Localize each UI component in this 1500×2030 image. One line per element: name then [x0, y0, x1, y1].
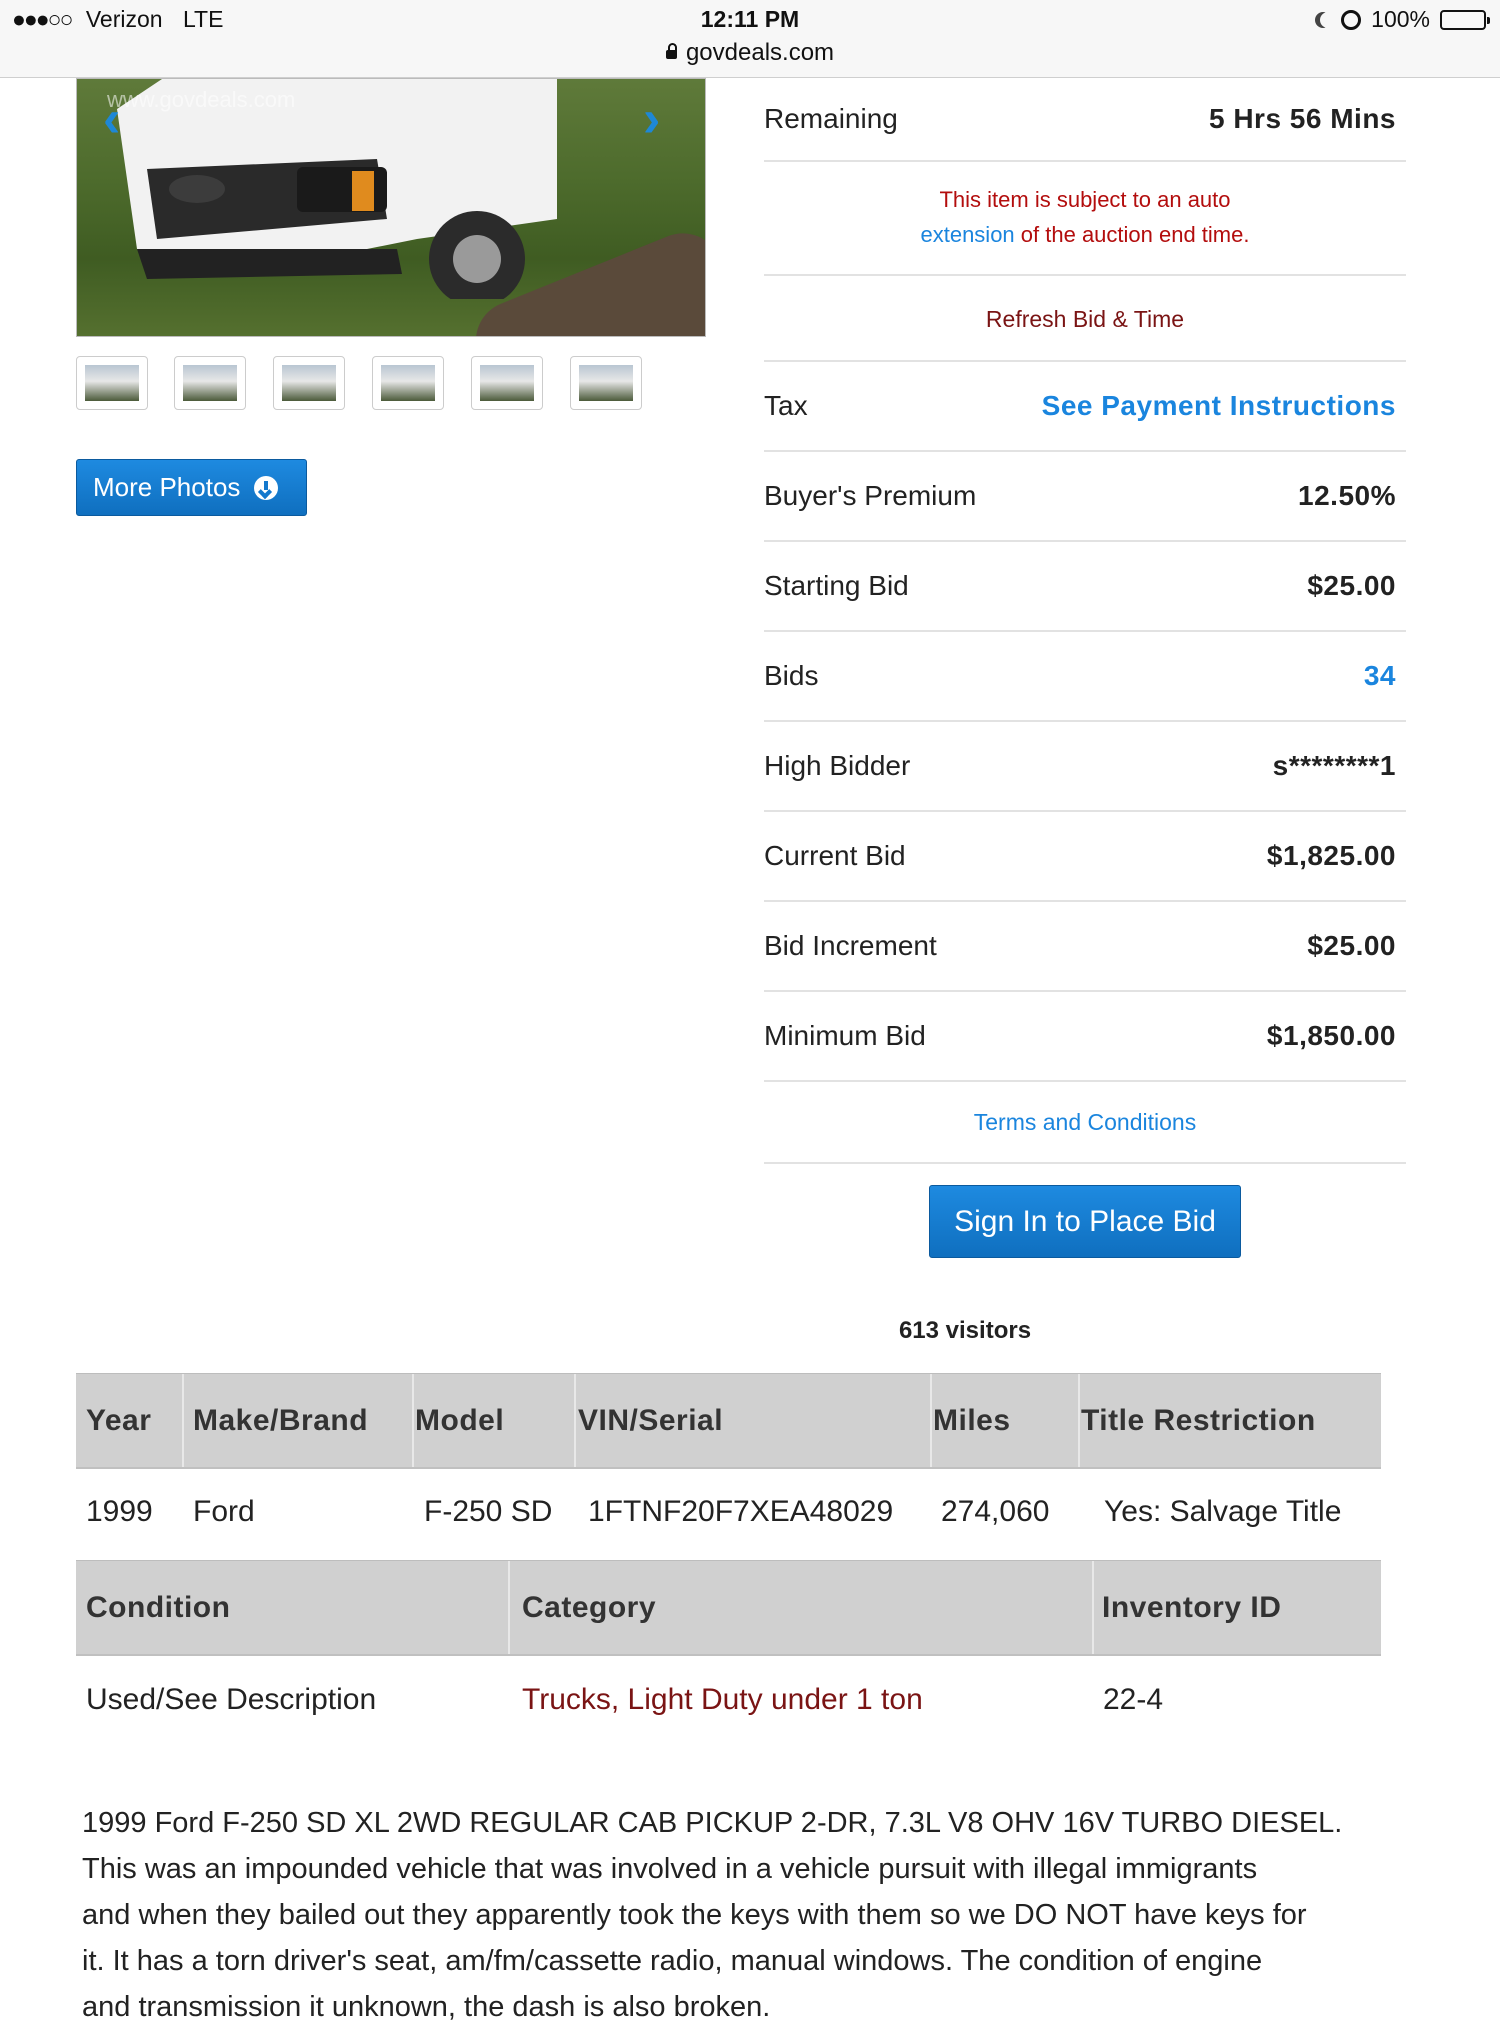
detail-value: $1,850.00 — [1266, 1020, 1396, 1051]
extension-link[interactable]: extension — [920, 222, 1014, 247]
column-header: Year — [86, 1403, 152, 1437]
more-photos-button[interactable]: More Photos — [76, 459, 307, 516]
more-photos-label: More Photos — [93, 472, 241, 502]
miles-value: 274,060 — [941, 1495, 1050, 1528]
detail-label: Bid Increment — [764, 930, 937, 961]
remaining-label: Remaining — [764, 103, 898, 134]
title-restriction-value: Yes: Salvage Title — [1104, 1495, 1342, 1528]
payment-instructions-link[interactable]: See Payment Instructions — [1042, 390, 1406, 422]
description-line: This was an impounded vehicle that was i… — [82, 1853, 1258, 1885]
item-description: 1999 Ford F-250 SD XL 2WD REGULAR CAB PI… — [82, 1800, 1402, 2030]
alarm-icon — [1341, 9, 1362, 30]
next-photo-icon[interactable]: › — [643, 89, 660, 149]
detail-row-buyers-premium: Buyer's Premium 12.50% — [764, 452, 1406, 542]
thumbnail[interactable] — [471, 356, 543, 410]
detail-row-starting-bid: Starting Bid $25.00 — [764, 542, 1406, 632]
vin-value: 1FTNF20F7XEA48029 — [588, 1495, 894, 1528]
spec-header-row-2: Condition Category Inventory ID — [76, 1560, 1381, 1656]
sign-in-to-bid-button[interactable]: Sign In to Place Bid — [929, 1185, 1241, 1258]
description-line: and when they bailed out they apparently… — [82, 1899, 1307, 1931]
item-photo[interactable]: www.govdeals.com ‹ › — [76, 78, 706, 337]
description-line: it. It has a torn driver's seat, am/fm/c… — [82, 1945, 1263, 1977]
year-value: 1999 — [86, 1495, 153, 1528]
detail-label: Bids — [764, 660, 819, 691]
notice-line-1: This item is subject to an auto — [939, 187, 1231, 212]
condition-value: Used/See Description — [86, 1683, 377, 1716]
url-text: govdeals.com — [685, 39, 835, 66]
detail-value: $25.00 — [1307, 570, 1396, 601]
detail-label: Current Bid — [764, 840, 906, 871]
description-line: 1999 Ford F-250 SD XL 2WD REGULAR CAB PI… — [82, 1807, 1343, 1839]
column-header: Model — [415, 1403, 505, 1437]
clock: 12:11 PM — [700, 6, 800, 32]
column-header: Condition — [86, 1590, 231, 1624]
spec-header-row: Year Make/Brand Model VIN/Serial Miles T… — [76, 1373, 1381, 1469]
thumbnail[interactable] — [76, 356, 148, 410]
detail-row-minimum-bid: Minimum Bid $1,850.00 — [764, 992, 1406, 1082]
watermark-text: www.govdeals.com — [107, 87, 296, 112]
detail-label: Buyer's Premium — [764, 480, 977, 511]
refresh-bid-link[interactable]: Refresh Bid & Time — [986, 306, 1184, 333]
detail-value: s********1 — [1272, 750, 1396, 781]
column-header: VIN/Serial — [578, 1403, 724, 1437]
remaining-row: Remaining 5 Hrs 56 Mins — [764, 78, 1406, 162]
lock-icon — [665, 43, 677, 59]
status-icons: 100% — [1315, 6, 1490, 33]
detail-value: $25.00 — [1307, 930, 1396, 961]
detail-label: Starting Bid — [764, 570, 909, 601]
thumbnail[interactable] — [372, 356, 444, 410]
model-value: F-250 SD — [424, 1495, 553, 1528]
terms-and-conditions-link[interactable]: Terms and Conditions — [974, 1109, 1196, 1136]
detail-value: 12.50% — [1298, 480, 1396, 511]
arrow-down-circle-icon — [254, 475, 279, 500]
notice-line-2: of the auction end time. — [1014, 222, 1250, 247]
thumbnail[interactable] — [174, 356, 246, 410]
address-bar[interactable]: govdeals.com — [0, 39, 1500, 67]
visitor-count: 613 visitors — [898, 1317, 1032, 1344]
bid-count-link[interactable]: 34 — [1364, 660, 1406, 692]
make-value: Ford — [193, 1495, 255, 1528]
prev-photo-icon[interactable]: ‹ — [103, 89, 120, 149]
battery-percent: 100% — [1371, 6, 1430, 32]
refresh-row: Refresh Bid & Time — [764, 278, 1406, 362]
detail-row-high-bidder: High Bidder s********1 — [764, 722, 1406, 812]
column-header: Title Restriction — [1081, 1403, 1316, 1437]
thumbnail[interactable] — [570, 356, 642, 410]
remaining-value: 5 Hrs 56 Mins — [1208, 103, 1396, 134]
detail-label: Tax — [764, 390, 808, 421]
detail-label: High Bidder — [764, 750, 911, 781]
terms-row: Terms and Conditions — [764, 1082, 1406, 1164]
inventory-id-value: 22-4 — [1103, 1683, 1164, 1716]
detail-value: $1,825.00 — [1266, 840, 1396, 871]
column-header: Inventory ID — [1102, 1590, 1282, 1624]
detail-label: Minimum Bid — [764, 1020, 926, 1051]
do-not-disturb-icon — [1320, 12, 1336, 28]
column-header: Make/Brand — [193, 1403, 369, 1437]
detail-row-bid-increment: Bid Increment $25.00 — [764, 902, 1406, 992]
auto-extension-notice: This item is subject to an auto extensio… — [764, 162, 1406, 276]
battery-icon — [1440, 9, 1490, 30]
column-header: Miles — [933, 1403, 1011, 1437]
detail-row-current-bid: Current Bid $1,825.00 — [764, 812, 1406, 902]
detail-row-tax: Tax See Payment Instructions — [764, 362, 1406, 452]
category-link[interactable]: Trucks, Light Duty under 1 ton — [522, 1683, 923, 1717]
column-header: Category — [522, 1590, 657, 1624]
ios-status-bar: ●●●○○ Verizon LTE 12:11 PM govdeals.com … — [0, 0, 1500, 78]
detail-row-bids: Bids 34 — [764, 632, 1406, 722]
thumbnail[interactable] — [273, 356, 345, 410]
description-line: and transmission it unknown, the dash is… — [82, 1991, 771, 2023]
